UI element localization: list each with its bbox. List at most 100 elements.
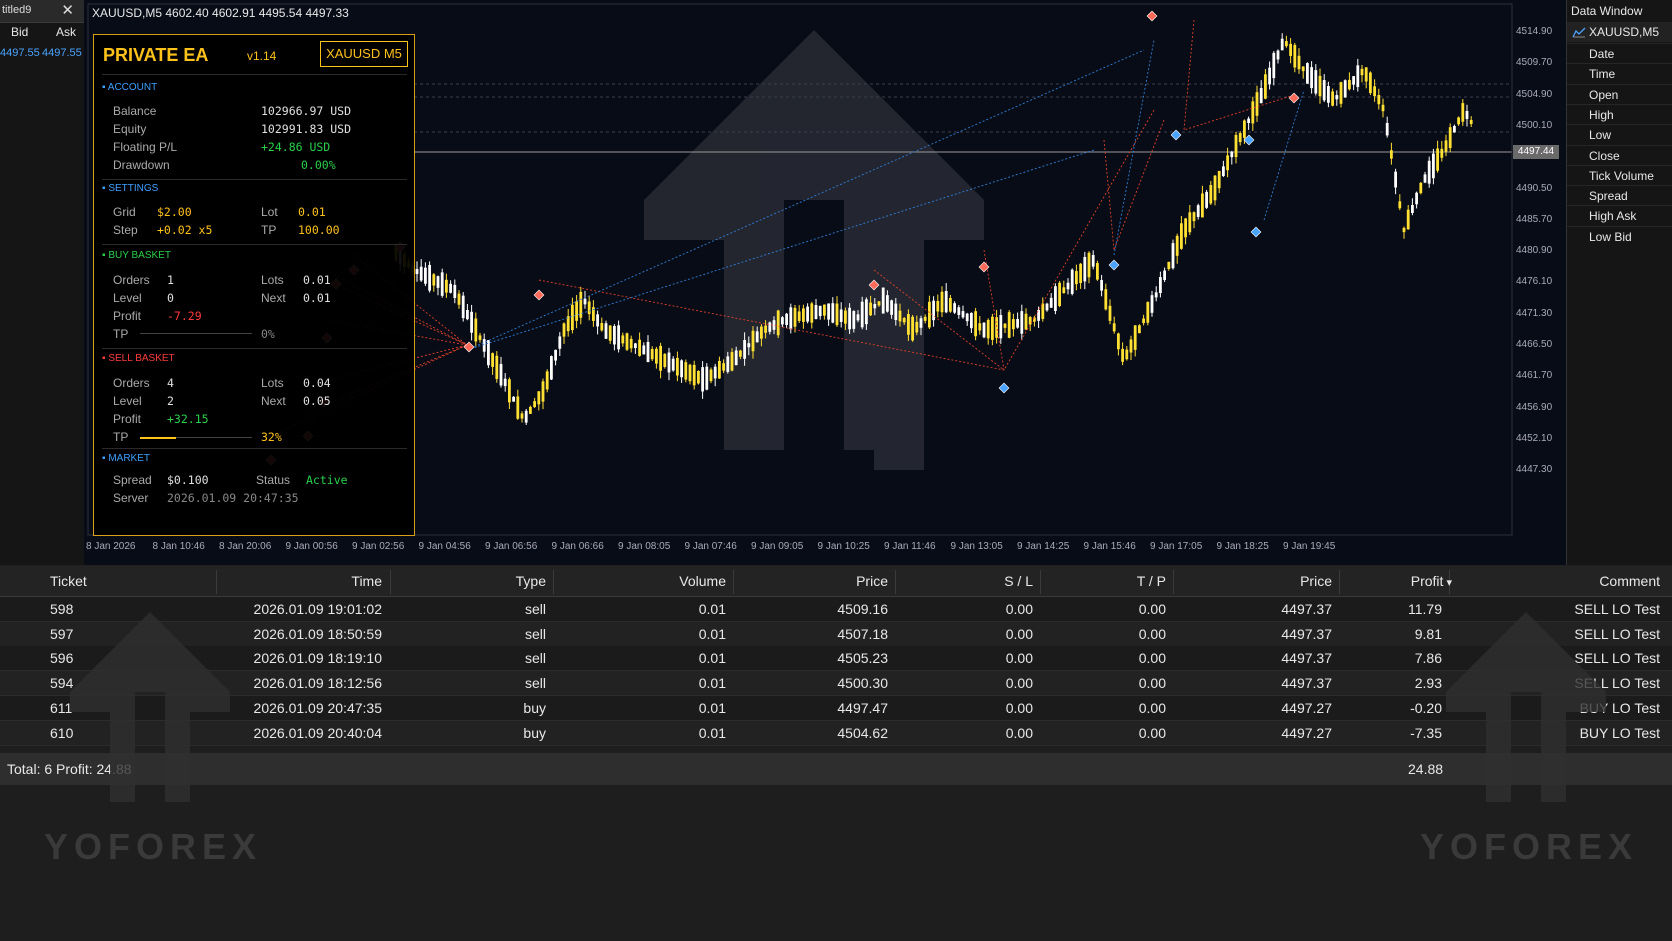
divider — [102, 74, 407, 75]
price-tick-label: 4514.90 — [1516, 26, 1553, 37]
column-header-profit[interactable]: Profit ▾ — [1411, 573, 1452, 589]
candle-body — [1243, 120, 1246, 138]
candle-body — [571, 304, 574, 331]
column-header-price[interactable]: Price — [856, 573, 888, 589]
candle-body — [516, 396, 520, 419]
candle-body — [1100, 280, 1103, 291]
table-row[interactable]: 610 2026.01.09 20:40:04 buy 0.01 4504.62 0.00… — [0, 720, 1672, 746]
candle-body — [1180, 223, 1183, 249]
column-header-price-current[interactable]: Price — [1300, 573, 1332, 589]
time-tick-label: 9 Jan 19:45 — [1283, 541, 1336, 552]
column-separator[interactable] — [1339, 570, 1340, 594]
candle-body — [722, 363, 725, 371]
column-header-comment[interactable]: Comment — [1599, 573, 1660, 589]
candle-body — [974, 311, 977, 337]
candle-body — [655, 348, 658, 364]
table-row[interactable]: 611 2026.01.09 20:47:35 buy 0.01 4497.47 0.00… — [0, 695, 1672, 721]
candle-body — [587, 301, 591, 315]
table-row[interactable]: 598 2026.01.09 19:01:02 sell 0.01 4509.16 0.0… — [0, 597, 1672, 622]
candle-body — [554, 349, 557, 361]
market-watch-tab[interactable]: titled9 ✕ — [0, 0, 84, 23]
column-separator[interactable] — [1040, 570, 1041, 594]
candle-body — [1003, 323, 1007, 328]
price-tick-label: 4490.50 — [1516, 182, 1553, 194]
column-separator[interactable] — [390, 570, 391, 594]
candle-body — [785, 313, 788, 325]
table-cell: 0.00 — [1138, 724, 1166, 741]
candle-body — [688, 364, 692, 382]
table-cell: 2026.01.09 18:19:10 — [253, 650, 382, 667]
candle-body — [575, 301, 578, 321]
column-separator[interactable] — [733, 570, 734, 594]
ask-value[interactable]: 4497.55 — [42, 47, 82, 59]
candle-body — [436, 276, 440, 288]
candle-body — [617, 325, 620, 350]
data-window-row-label: Tick Volume — [1589, 168, 1654, 183]
table-cell: 0.00 — [1138, 699, 1166, 716]
candle-body — [583, 298, 587, 305]
column-header-tp[interactable]: T / P — [1137, 573, 1166, 589]
table-cell: buy — [523, 724, 546, 741]
time-tick-label: 9 Jan 00:56 — [285, 541, 338, 552]
candle-body — [1297, 55, 1301, 70]
candle-body — [1377, 94, 1381, 105]
candle-body — [550, 356, 553, 380]
candle-body — [764, 325, 767, 333]
candle-body — [902, 318, 906, 323]
price-tick-label: 4466.50 — [1516, 339, 1553, 350]
candle-body — [726, 356, 730, 372]
data-window-title: Data Window — [1571, 4, 1643, 18]
data-window-panel: Data Window XAUUSD,M5 Date Time Open High Lo… — [1566, 0, 1672, 565]
ea-title: PRIVATE EA — [103, 45, 209, 65]
market-watch-tab-title: titled9 — [2, 4, 32, 16]
candle-body — [1016, 318, 1019, 328]
candle-body — [424, 267, 427, 284]
column-header-type[interactable]: Type — [516, 573, 546, 589]
candle-body — [1255, 92, 1259, 116]
candle-body — [1310, 67, 1313, 89]
candle-body — [650, 349, 654, 360]
candle-body — [545, 371, 549, 390]
candle-body — [961, 311, 965, 318]
candle-body — [1272, 52, 1276, 79]
candle-body — [684, 362, 688, 380]
candle-body — [713, 366, 717, 379]
table-row[interactable]: 596 2026.01.09 18:19:10 sell 0.01 4505.23 0.0… — [0, 646, 1672, 672]
candle-body — [1423, 174, 1427, 183]
candle-body — [1348, 79, 1351, 90]
candle-body — [1322, 80, 1326, 101]
close-icon[interactable]: ✕ — [61, 1, 74, 19]
bid-column-header[interactable]: Bid — [11, 25, 28, 39]
ask-column-header[interactable]: Ask — [56, 25, 76, 39]
sell-marker — [1146, 10, 1158, 22]
column-separator[interactable] — [216, 570, 217, 594]
candle-body — [1453, 125, 1456, 133]
server-label: Server — [113, 491, 149, 505]
table-cell: 0.01 — [698, 625, 726, 642]
column-header-sl[interactable]: S / L — [1004, 573, 1033, 589]
candle-body — [944, 290, 948, 313]
time-tick-label: 9 Jan 17:05 — [1150, 541, 1203, 552]
candle-body — [886, 295, 889, 312]
candle-body — [1024, 313, 1028, 330]
candle-body — [634, 343, 637, 349]
bid-value[interactable]: 4497.55 — [0, 47, 40, 59]
table-row[interactable]: 597 2026.01.09 18:50:59 sell 0.01 4507.18 0.0… — [0, 621, 1672, 647]
candle-body — [1205, 191, 1208, 208]
candle-body — [1360, 68, 1364, 76]
candle-body — [1209, 185, 1213, 204]
data-window-symbol-row[interactable]: XAUUSD,M5 — [1567, 22, 1672, 42]
column-header-volume[interactable]: Volume — [679, 573, 726, 589]
sort-desc-icon[interactable]: ▾ — [1443, 577, 1452, 589]
column-separator[interactable] — [553, 570, 554, 594]
column-header-ticket[interactable]: Ticket — [50, 573, 87, 589]
candle-body — [923, 316, 927, 321]
data-window-row: Close — [1567, 144, 1672, 166]
column-separator[interactable] — [1173, 570, 1174, 594]
table-row[interactable]: 594 2026.01.09 18:12:56 sell 0.01 4500.30 0.0… — [0, 671, 1672, 697]
column-header-time[interactable]: Time — [351, 573, 382, 589]
table-cell: 0.00 — [1005, 724, 1033, 741]
column-separator[interactable] — [895, 570, 896, 594]
candle-body — [1469, 119, 1473, 125]
candle-body — [1049, 297, 1053, 308]
